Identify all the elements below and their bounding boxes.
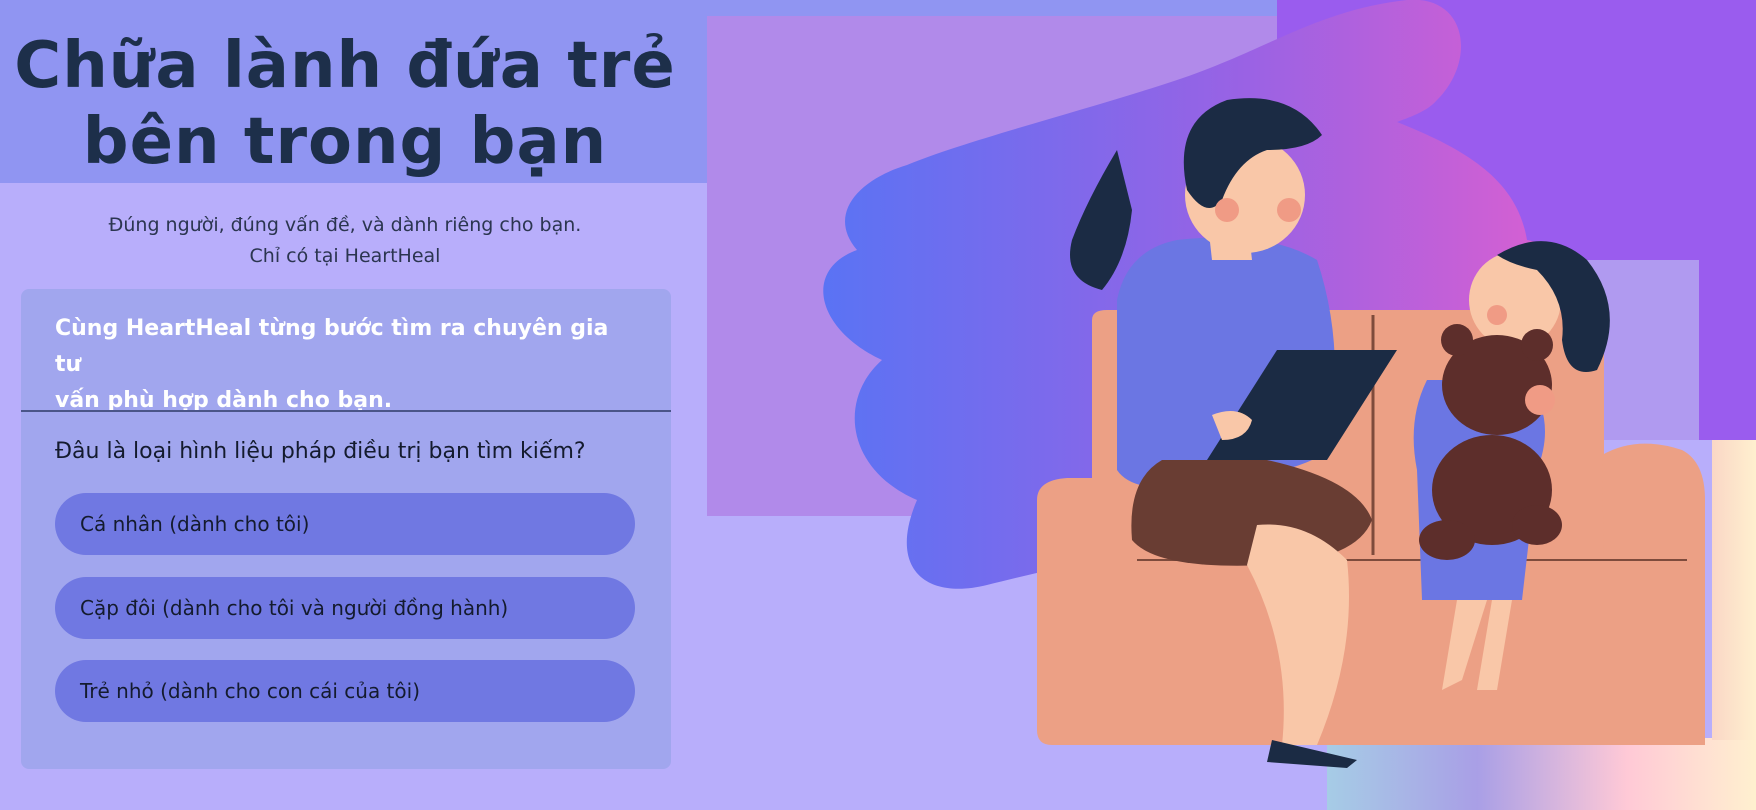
sofa-seat [1127, 555, 1687, 745]
therapist-child-illustration [707, 0, 1756, 810]
subtitle-line-1: Đúng người, đúng vấn đề, và dành riêng c… [108, 214, 582, 236]
page-title-line-2: bên trong bạn [82, 105, 608, 179]
teddy-leg [1419, 520, 1475, 560]
page-title: Chữa lành đứa trẻ bên trong bạn [0, 28, 690, 180]
therapy-question: Đâu là loại hình liệu pháp điều trị bạn … [55, 439, 586, 464]
bg-corner-gradient [1327, 738, 1756, 810]
card-heading: Cùng HeartHeal từng bước tìm ra chuyên g… [55, 311, 635, 419]
page-subtitle: Đúng người, đúng vấn đề, và dành riêng c… [0, 210, 690, 272]
page-title-line-1: Chữa lành đứa trẻ [14, 29, 676, 103]
bg-right-warm [1712, 440, 1756, 740]
option-individual-button[interactable]: Cá nhân (dành cho tôi) [55, 493, 635, 555]
option-child-button[interactable]: Trẻ nhỏ (dành cho con cái của tôi) [55, 660, 635, 722]
woman-cheek [1277, 198, 1301, 222]
teddy-ear-2 [1521, 329, 1553, 361]
subtitle-line-2: Chỉ có tại HeartHeal [249, 245, 441, 267]
woman-cheek-left [1215, 198, 1239, 222]
card-heading-line-1: Cùng HeartHeal từng bước tìm ra chuyên g… [55, 316, 609, 377]
teddy-ear [1441, 324, 1473, 356]
teddy-cheek [1525, 385, 1555, 415]
teddy-leg-2 [1512, 505, 1562, 545]
card-heading-line-2: vấn phù hợp dành cho bạn. [55, 388, 393, 413]
card-divider [21, 410, 671, 412]
child-cheek [1487, 305, 1507, 325]
therapy-type-card: Cùng HeartHeal từng bước tìm ra chuyên g… [21, 289, 671, 769]
option-couple-button[interactable]: Cặp đôi (dành cho tôi và người đồng hành… [55, 577, 635, 639]
